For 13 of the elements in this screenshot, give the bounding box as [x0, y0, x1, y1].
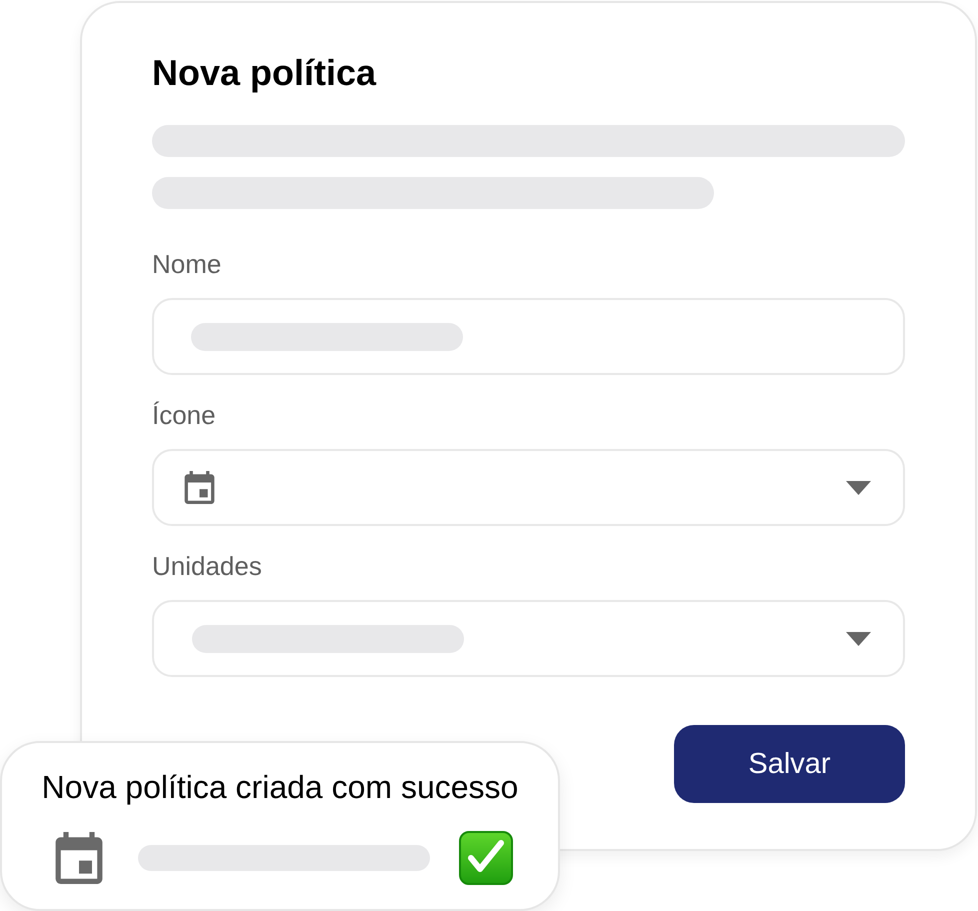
field-label: Ícone [152, 401, 216, 429]
save-button[interactable]: Salvar [674, 725, 905, 803]
dropdown-field[interactable] [152, 600, 905, 677]
form-title: Nova política [152, 53, 376, 93]
field-label: Nome [152, 250, 222, 278]
calendar-icon [183, 471, 216, 504]
dropdown-field[interactable] [152, 449, 905, 526]
calendar-icon [53, 832, 105, 884]
toast-message: Nova política criada com sucesso [42, 768, 518, 806]
field-label: Unidades [152, 552, 262, 580]
caret-icon [846, 632, 871, 646]
check-icon [459, 831, 513, 885]
caret-icon [846, 480, 871, 494]
